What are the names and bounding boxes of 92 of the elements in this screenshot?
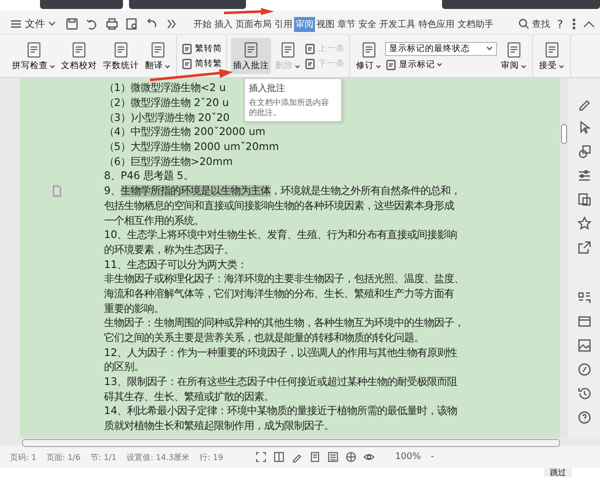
page-view-icon[interactable]: [309, 451, 322, 463]
redo-icon[interactable]: [85, 17, 99, 31]
ribbon-button[interactable]: 字数统计: [101, 38, 141, 74]
status-item: 节: 1/1: [90, 452, 117, 462]
document-line: 重要的影响。: [104, 302, 164, 316]
document-line: 它们之间的关系主要是营养关系，也就是能量的转移和物质的转化问题。: [104, 331, 424, 346]
menu-tab[interactable]: 文档助手: [456, 16, 495, 32]
zoom-out-button[interactable]: -: [430, 452, 434, 462]
skip-button[interactable]: 跳过: [544, 468, 572, 477]
ribbon-button[interactable]: 简转繁: [181, 58, 222, 70]
document-line: 12、人为因子：作为一种重要的环境因子，以强调人的作用与其他生物有原则性: [104, 346, 458, 360]
document-icon: [304, 58, 316, 70]
ribbon-button[interactable]: 显示标记: [385, 58, 497, 70]
compass-icon[interactable]: [576, 362, 592, 377]
image-icon[interactable]: [576, 338, 592, 353]
status-item: 页面: 1/6: [46, 452, 80, 462]
document-line: 8、P46 思考题 5。: [104, 169, 194, 184]
ribbon-button[interactable]: 拼写检查: [10, 38, 57, 74]
share-icon[interactable]: [576, 240, 592, 255]
grid-icon[interactable]: [576, 290, 592, 305]
document-line: 13、限制因子：在所有这些生态因子中任何接近或超过某种生物的耐受极限而阻: [104, 375, 458, 390]
document-line: 一个相互作用的系统。: [104, 214, 204, 228]
document-line: （2）微型浮游生物 2ˇ20 u: [104, 96, 229, 110]
document-line: （3）)小型浮游生物 20ˇ20: [104, 110, 230, 125]
ribbon-button[interactable]: 插入批注: [231, 38, 271, 74]
menu-tab[interactable]: 视图: [315, 16, 336, 32]
star-icon[interactable]: [576, 216, 592, 231]
book-icon[interactable]: [273, 451, 286, 463]
document-icon: [181, 58, 193, 70]
help-icon[interactable]: [576, 410, 592, 425]
ribbon-button[interactable]: 文档校对: [59, 38, 99, 74]
tooltip-text: 在文档中添加所选内容的批注。: [249, 98, 330, 118]
web-icon[interactable]: [345, 451, 358, 463]
document-icon: [385, 58, 397, 70]
document-line: 的区别。: [104, 360, 144, 374]
document-line: 11、生态因子可以分为两大类：: [104, 258, 248, 272]
document-line: （1）微微型浮游生物<2 u: [104, 81, 226, 96]
document-line: 海流和各种溶解气体等，它们对海洋生物的分布、生长、繁殖和生产力等方面有: [104, 286, 454, 301]
document-line: 质就对植物生长和繁殖起限制作用，成为限制因子。: [104, 419, 334, 434]
document-line: （6）巨型浮游生物>20mm: [104, 154, 233, 169]
print-icon[interactable]: [105, 17, 119, 31]
status-dropdown[interactable]: 显示标记的最终状态: [385, 42, 497, 56]
menu-tab[interactable]: 引用: [273, 16, 294, 32]
menu-tab[interactable]: 插入: [213, 16, 234, 32]
document-icon: [181, 42, 193, 54]
ribbon-button[interactable]: 翻译: [143, 38, 172, 74]
panel-icon[interactable]: [576, 314, 592, 329]
status-item: 设置值: 14.3厘米: [126, 452, 190, 462]
document-line: （5）大型浮游生物 2000 umˇ20mm: [104, 140, 280, 154]
copy-icon[interactable]: [576, 192, 592, 207]
status-item: 行: 19: [200, 452, 224, 462]
save-icon[interactable]: [65, 17, 79, 31]
document-line: 的环境要素，称为生态因子。: [104, 242, 234, 257]
ribbon-button[interactable]: 繁转简: [181, 42, 222, 54]
ribbon-button[interactable]: 审阅: [499, 38, 528, 74]
help-button[interactable]: ?: [557, 18, 563, 30]
eye-icon[interactable]: [363, 451, 376, 463]
shapes-icon[interactable]: [576, 144, 592, 159]
chevron-down-icon: [486, 46, 493, 51]
annotation-arrow: [224, 8, 274, 15]
document-line: 包括生物栖息的空间和直接或间接影响生物的各种环境因素，这些因素本身形成: [104, 198, 454, 213]
document-icon: [304, 42, 316, 54]
document-line: 碍其生存、生长、繁殖或扩散的因素。: [104, 390, 274, 404]
more-options-icon[interactable]: [571, 17, 577, 31]
tooltip-title: 插入批注: [249, 82, 286, 95]
search-button[interactable]: 查找: [518, 18, 550, 30]
chevron-down-icon: [48, 21, 56, 27]
document-line: 生物因子：生物周围的同种或异种的其他生物，各种生物互为环境中的生物因子，: [104, 316, 464, 330]
collapse-icon[interactable]: [583, 20, 595, 28]
menu-icon: [10, 19, 22, 29]
status-item: 页码: 1: [10, 452, 36, 462]
document-line: 10、生态学上将环境中对生物生长、发育、生殖、行为和分布有直接或间接影响: [104, 228, 458, 242]
menu-tab[interactable]: 页面布局: [234, 16, 273, 32]
menu-tab[interactable]: 章节: [336, 16, 357, 32]
sliders-icon[interactable]: [576, 168, 592, 183]
preview-icon[interactable]: [125, 17, 139, 31]
document-line: （4）中型浮游生物 200ˇ2000 um: [104, 125, 266, 140]
ribbon-button[interactable]: 接受: [537, 38, 566, 74]
document-line: 非生物因子或称理化因子：海洋环境的主要非生物因子，包括光照、温度、盐度、: [104, 272, 464, 286]
menu-tab[interactable]: 安全: [357, 16, 378, 32]
fullscreen-icon[interactable]: [255, 451, 268, 463]
document-line: 9、生物学所指的环境是以生物为主体，环境就是生物之外所有自然条件的总和，: [104, 184, 461, 198]
ribbon-button[interactable]: 修订: [354, 38, 383, 74]
zoom-level[interactable]: 100%: [395, 452, 421, 462]
menu-tab[interactable]: 特色应用: [417, 16, 456, 32]
search-icon: [518, 18, 530, 30]
outline-icon[interactable]: [327, 451, 340, 463]
menu-tab[interactable]: 开始: [192, 16, 213, 32]
history-icon[interactable]: [576, 386, 592, 401]
menu-tab[interactable]: 开发工具: [378, 16, 417, 32]
document-line: 14、利比希最小因子定律：环境中某物质的量接近于植物所需的最低量时，该物: [104, 404, 458, 418]
file-menu-button[interactable]: 文件: [10, 17, 56, 31]
